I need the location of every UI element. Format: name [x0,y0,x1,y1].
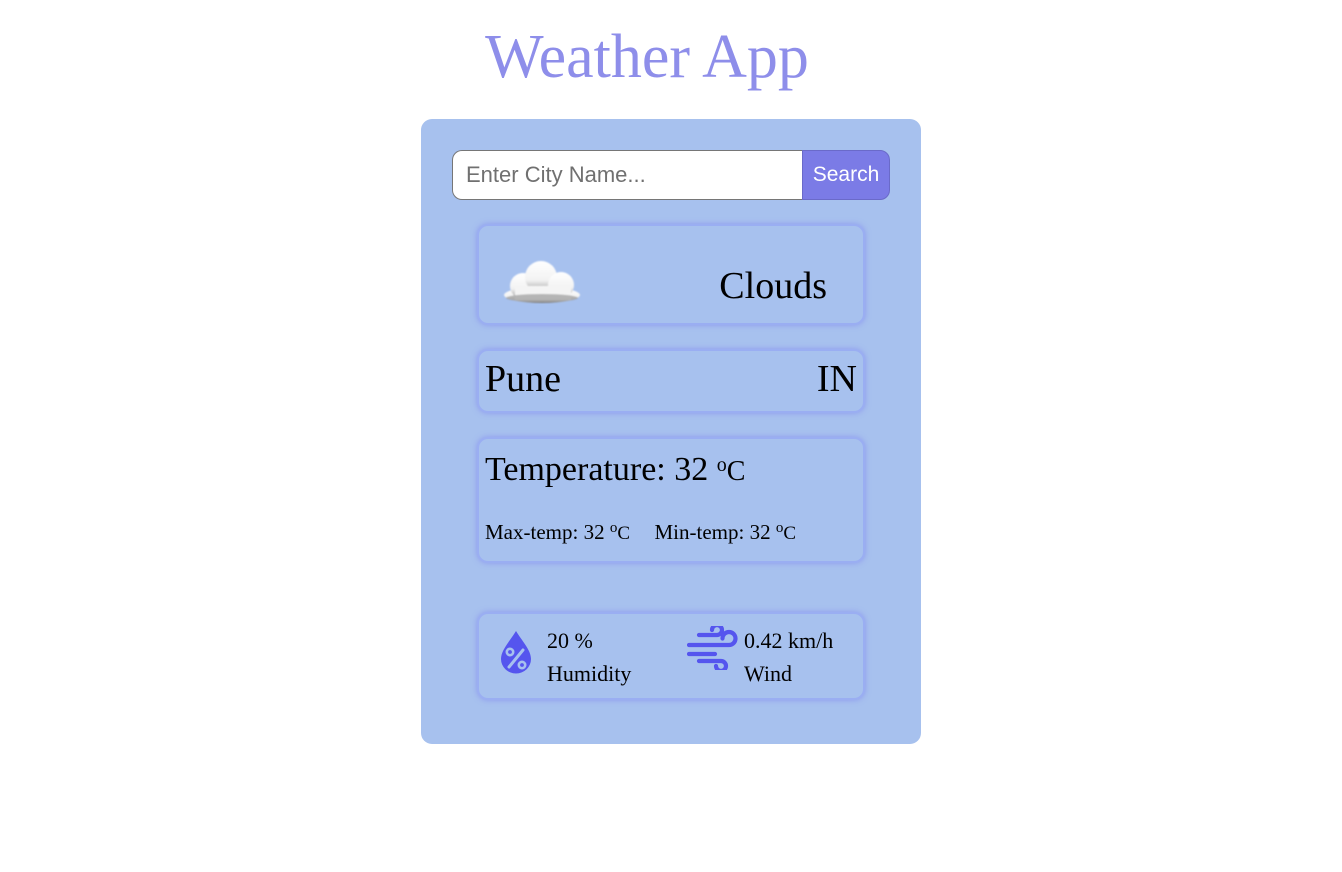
weather-condition: Clouds [719,265,827,307]
max-temp-value: 32 [583,520,605,544]
country-code: IN [816,358,857,400]
humidity-percent-icon [501,631,531,674]
min-temp-unit-celsius: C [783,523,797,544]
max-temp-label: Max-temp: [485,520,579,544]
temperature-value: 32 [674,451,709,488]
min-max-temperature: Max-temp: 32 oC Min-temp: 32 oC [485,515,796,547]
max-temp-unit-celsius: C [617,523,630,544]
cloud-icon [504,261,580,303]
humidity-label: Humidity [547,661,632,686]
wind-value: 0.42 km/h [744,628,834,653]
city-search-input[interactable] [452,150,802,200]
details-panel: 20 % Humidity 0.42 km/h Wind [477,612,865,700]
temperature-readout: Temperature: 32 oC [485,445,745,492]
humidity-value: 20 % [547,628,593,653]
city-name: Pune [485,358,561,400]
weather-card: Search [421,119,921,744]
min-temp-label: Min-temp: [654,520,745,544]
temperature-label: Temperature: [485,451,666,488]
humidity-block: 20 % Humidity [547,624,631,690]
search-bar: Search [452,150,890,200]
temperature-panel: Temperature: 32 oC Max-temp: 32 oC Min-t… [477,437,865,563]
condition-panel: Clouds [477,224,865,325]
temperature-unit-degree: o [716,454,727,476]
wind-label: Wind [744,661,792,686]
min-temp-value: 32 [749,520,771,544]
location-panel: Pune IN [477,349,865,413]
page-title: Weather App [485,23,809,91]
search-button[interactable]: Search [802,150,890,200]
wind-icon [687,626,738,670]
wind-block: 0.42 km/h Wind [744,624,833,690]
temperature-unit-celsius: C [726,456,746,487]
